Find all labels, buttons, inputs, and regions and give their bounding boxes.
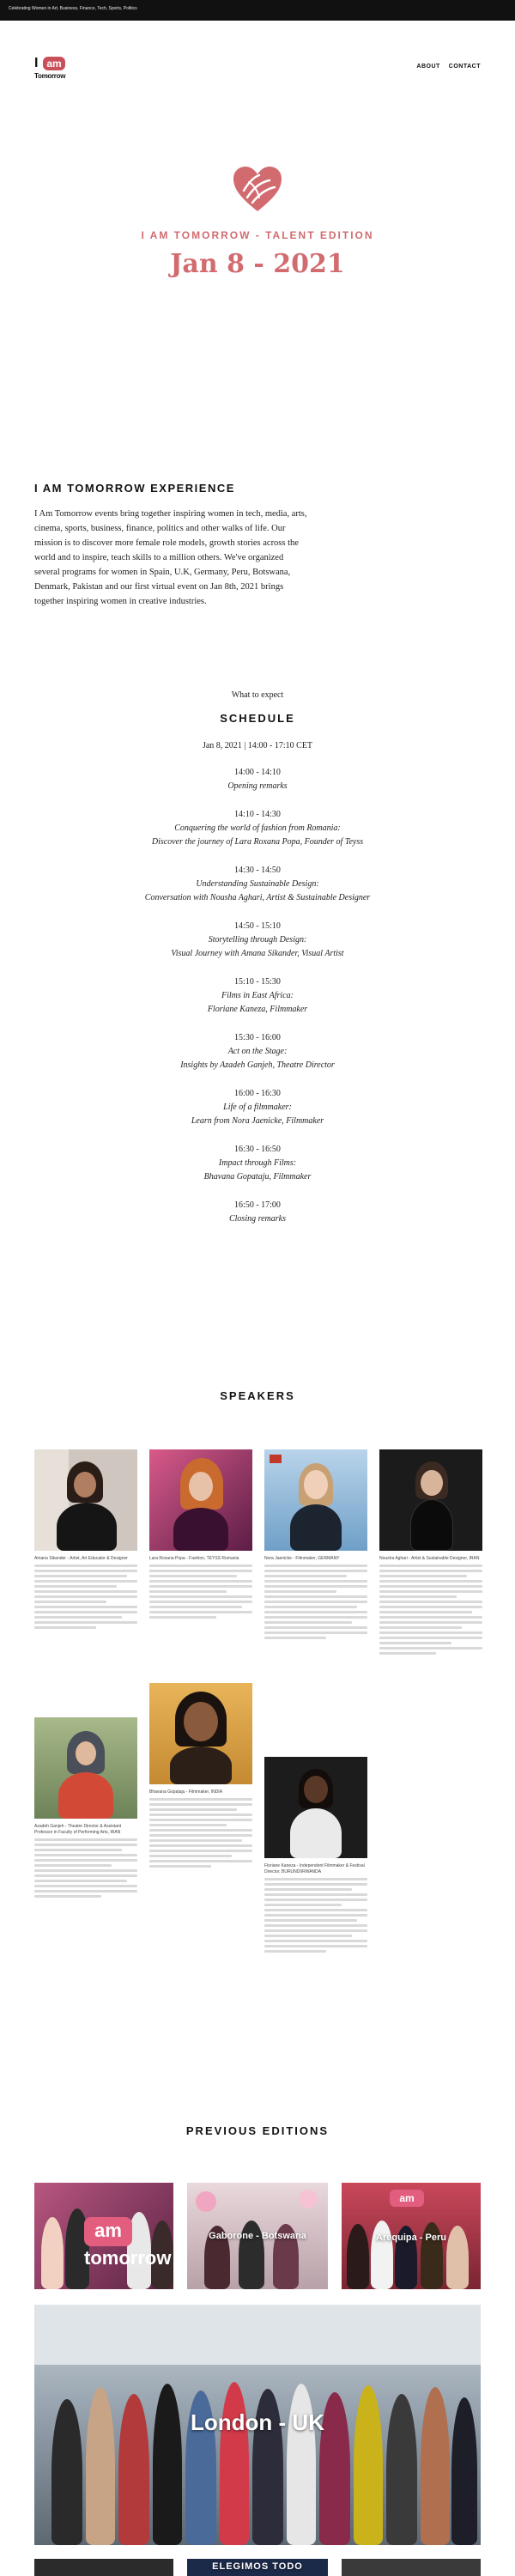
speaker-bio xyxy=(149,1798,252,1868)
schedule-slot: 16:50 - 17:00 Closing remarks xyxy=(0,1199,515,1226)
edition-photo[interactable]: Gaborone - Botswana xyxy=(187,2183,328,2289)
speaker-card: Lara Roxana Popa - Fashion, TEYSS Romani… xyxy=(149,1556,252,1621)
logo-tomorrow: Tomorrow xyxy=(34,72,66,80)
slot-time: 14:50 - 15:10 xyxy=(234,921,281,931)
speaker-name: Azadeh Ganjeh - Theatre Director & Assis… xyxy=(34,1824,122,1835)
slot-detail: Insights by Azadeh Ganjeh, Theatre Direc… xyxy=(180,1060,335,1070)
speakers-heading: SPEAKERS xyxy=(220,1389,295,1402)
slot-time: 16:50 - 17:00 xyxy=(234,1200,281,1210)
edition-photo[interactable]: ELEGIMOS TODO xyxy=(187,2559,328,2576)
schedule-slot: 16:30 - 16:50 Impact through Films: Bhav… xyxy=(0,1143,515,1184)
slot-time: 16:00 - 16:30 xyxy=(234,1089,281,1098)
speaker-photo[interactable] xyxy=(149,1449,252,1551)
slot-title: Impact through Films: xyxy=(218,1158,297,1168)
schedule-slot: 14:30 - 14:50 Understanding Sustainable … xyxy=(0,864,515,905)
edition-label: London - UK xyxy=(191,2409,324,2435)
slot-time: 16:30 - 16:50 xyxy=(234,1145,281,1154)
speaker-photo[interactable] xyxy=(34,1717,137,1819)
speaker-bio xyxy=(34,1838,137,1898)
speaker-bio xyxy=(264,1564,367,1639)
speaker-name: Nousha Aghari - Artist & Sustainable Des… xyxy=(379,1556,480,1561)
slot-detail: Conversation with Nousha Aghari, Artist … xyxy=(144,893,371,902)
speaker-card: Azadeh Ganjeh - Theatre Director & Assis… xyxy=(34,1824,137,1900)
slot-title: Storytelling through Design: xyxy=(208,935,307,945)
announcement-text: Celebrating Women in Art, Business, Fina… xyxy=(9,6,137,11)
experience-heading: I AM TOMORROW EXPERIENCE xyxy=(34,482,235,495)
slot-detail: Visual Journey with Amana Sikander, Visu… xyxy=(171,949,344,958)
speaker-name: Nora Jaenicke - Filmmaker, GERMANY xyxy=(264,1556,340,1561)
slot-title: Conquering the world of fashion from Rom… xyxy=(174,823,341,833)
slot-time: 14:00 - 14:10 xyxy=(234,768,281,777)
slot-detail: Discover the journey of Lara Roxana Popa… xyxy=(151,837,364,847)
slot-time: 15:10 - 15:30 xyxy=(234,977,281,987)
speaker-name: Bhavana Gopataju - Filmmaker, INDIA xyxy=(149,1789,223,1795)
speaker-bio xyxy=(34,1564,137,1629)
speaker-name: Amana Sikander - Artist, Art Educator & … xyxy=(34,1556,128,1561)
speaker-card: Nousha Aghari - Artist & Sustainable Des… xyxy=(379,1556,482,1657)
event-date: Jan 8 - 2021 xyxy=(170,249,345,279)
speaker-photo[interactable] xyxy=(379,1449,482,1551)
schedule-slot: 15:30 - 16:00 Act on the Stage: Insights… xyxy=(0,1031,515,1072)
slot-title: Closing remarks xyxy=(228,1214,287,1224)
schedule-slot: 15:10 - 15:30 Films in East Africa: Flor… xyxy=(0,975,515,1017)
schedule-slot: 14:50 - 15:10 Storytelling through Desig… xyxy=(0,920,515,961)
speaker-photo[interactable] xyxy=(149,1683,252,1784)
slot-time: 15:30 - 16:00 xyxy=(234,1033,281,1042)
slot-time: 14:30 - 14:50 xyxy=(234,866,281,875)
edition-photo[interactable] xyxy=(342,2559,481,2576)
edition-logo: am xyxy=(390,2190,424,2207)
schedule-slot: 14:00 - 14:10 Opening remarks xyxy=(0,766,515,793)
speaker-bio xyxy=(264,1878,367,1953)
edition-photo[interactable] xyxy=(34,2559,173,2576)
heart-icon xyxy=(233,167,282,211)
speaker-photo[interactable] xyxy=(264,1757,367,1858)
speaker-name: Lara Roxana Popa - Fashion, TEYSS Romani… xyxy=(149,1556,239,1561)
schedule-slot: 16:00 - 16:30 Life of a filmmaker: Learn… xyxy=(0,1087,515,1128)
speaker-card: Floriane Kaneza - Independent Filmmaker … xyxy=(264,1863,367,1955)
slot-title: Understanding Sustainable Design: xyxy=(196,879,319,889)
slot-title: Life of a filmmaker: xyxy=(223,1103,292,1112)
speaker-card: Nora Jaenicke - Filmmaker, GERMANY xyxy=(264,1556,367,1642)
edition-photo[interactable]: am tomorrow xyxy=(34,2183,173,2289)
speaker-card: Bhavana Gopataju - Filmmaker, INDIA xyxy=(149,1789,252,1870)
slot-detail: Bhavana Gopataju, Filmmaker xyxy=(203,1172,312,1182)
slot-detail: Floriane Kaneza, Filmmaker xyxy=(207,1005,308,1014)
announcement-bar: Celebrating Women in Art, Business, Fina… xyxy=(0,0,515,21)
speaker-card: Amana Sikander - Artist, Art Educator & … xyxy=(34,1556,137,1631)
edition-logo: am tomorrow xyxy=(84,2217,171,2269)
logo-i: I xyxy=(34,56,39,70)
event-subtitle: I AM TOMORROW - TALENT EDITION xyxy=(141,229,374,241)
slot-time: 14:10 - 14:30 xyxy=(234,810,281,819)
edition-label: Gaborone - Botswana xyxy=(209,2231,306,2241)
slot-title: Opening remarks xyxy=(227,781,288,791)
slot-title: Act on the Stage: xyxy=(227,1047,288,1056)
slot-detail: Learn from Nora Jaenicke, Filmmaker xyxy=(191,1116,324,1126)
edition-label: Arequipa - Peru xyxy=(376,2233,446,2243)
experience-text: I Am Tomorrow events bring together insp… xyxy=(34,509,307,606)
main-nav: ABOUT CONTACT xyxy=(416,64,481,70)
logo-am: am xyxy=(43,57,65,70)
schedule-slot: 14:10 - 14:30 Conquering the world of fa… xyxy=(0,808,515,849)
schedule-heading: SCHEDULE xyxy=(220,712,295,725)
previous-editions-heading: PREVIOUS EDITIONS xyxy=(185,2124,330,2137)
nav-contact-link[interactable]: CONTACT xyxy=(449,64,481,70)
site-logo[interactable]: I am Tomorrow xyxy=(34,55,86,81)
edition-photo[interactable]: am Arequipa - Peru xyxy=(342,2183,481,2289)
speaker-name: Floriane Kaneza - Independent Filmmaker … xyxy=(264,1863,365,1874)
speaker-photo[interactable] xyxy=(264,1449,367,1551)
speaker-photo[interactable] xyxy=(34,1449,137,1551)
edition-photo[interactable]: London - UK xyxy=(34,2305,481,2545)
schedule-intro: What to expect xyxy=(231,690,284,700)
edition-banner-text: ELEGIMOS TODO xyxy=(212,2561,303,2572)
speaker-bio xyxy=(379,1564,482,1655)
nav-about-link[interactable]: ABOUT xyxy=(416,64,439,70)
schedule-date: Jan 8, 2021 | 14:00 - 17:10 CET xyxy=(202,741,313,750)
speaker-bio xyxy=(149,1564,252,1619)
slot-title: Films in East Africa: xyxy=(221,991,294,1000)
